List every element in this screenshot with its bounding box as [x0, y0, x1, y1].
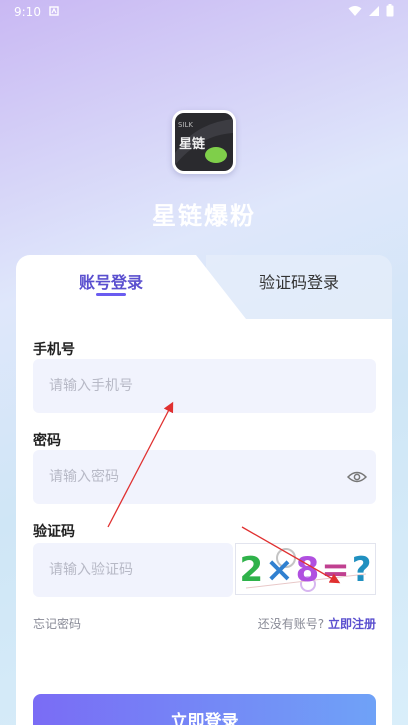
no-account-text: 还没有账号?: [257, 617, 325, 631]
register-link[interactable]: 立即注册: [328, 617, 376, 631]
tab-bar: 账号登录 验证码登录: [16, 255, 392, 325]
captcha-char-1: 2: [239, 550, 266, 590]
captcha-label: 验证码: [33, 524, 75, 540]
wifi-icon: [348, 5, 362, 20]
status-bar: 9:10: [0, 0, 408, 24]
app-name: 星链爆粉: [152, 202, 256, 230]
captcha-char-3: 8: [295, 550, 322, 590]
status-left: 9:10: [14, 5, 59, 19]
app-logo-inner: SILK 星链: [175, 113, 233, 171]
tab-account-login[interactable]: 账号登录: [16, 255, 206, 307]
form-body: 手机号 密码 验证码 2×8=? 忘记密码 还没有账号? 立即注册: [16, 319, 392, 725]
password-input[interactable]: [33, 450, 376, 504]
password-label: 密码: [33, 433, 61, 449]
captcha-image[interactable]: 2×8=?: [235, 543, 376, 595]
chat-bubble-icon: [205, 147, 227, 163]
status-right: [348, 4, 394, 20]
signal-icon: [368, 5, 380, 20]
logo-sub-text: SILK: [178, 121, 193, 129]
notification-icon: [49, 5, 59, 19]
phone-input[interactable]: [33, 359, 376, 413]
tab-code-login[interactable]: 验证码登录: [206, 255, 392, 307]
logo-text: 星链: [179, 137, 206, 152]
tab-active-indicator: [96, 293, 126, 296]
forgot-password-link[interactable]: 忘记密码: [33, 615, 81, 632]
captcha-input[interactable]: [33, 543, 233, 597]
captcha-text: 2×8=?: [236, 544, 375, 594]
captcha-char-2: ×: [265, 550, 296, 590]
captcha-char-4: =: [321, 550, 352, 590]
login-card: 账号登录 验证码登录 手机号 密码 验证码 2×8=? 忘记密码: [16, 255, 392, 725]
eye-icon[interactable]: [346, 469, 368, 483]
app-logo: SILK 星链: [172, 110, 236, 174]
battery-icon: [386, 4, 394, 20]
status-time: 9:10: [14, 5, 41, 19]
register-prompt: 还没有账号? 立即注册: [258, 615, 376, 632]
captcha-char-5: ?: [351, 550, 374, 590]
phone-label: 手机号: [33, 342, 75, 358]
login-button[interactable]: 立即登录: [33, 694, 376, 725]
